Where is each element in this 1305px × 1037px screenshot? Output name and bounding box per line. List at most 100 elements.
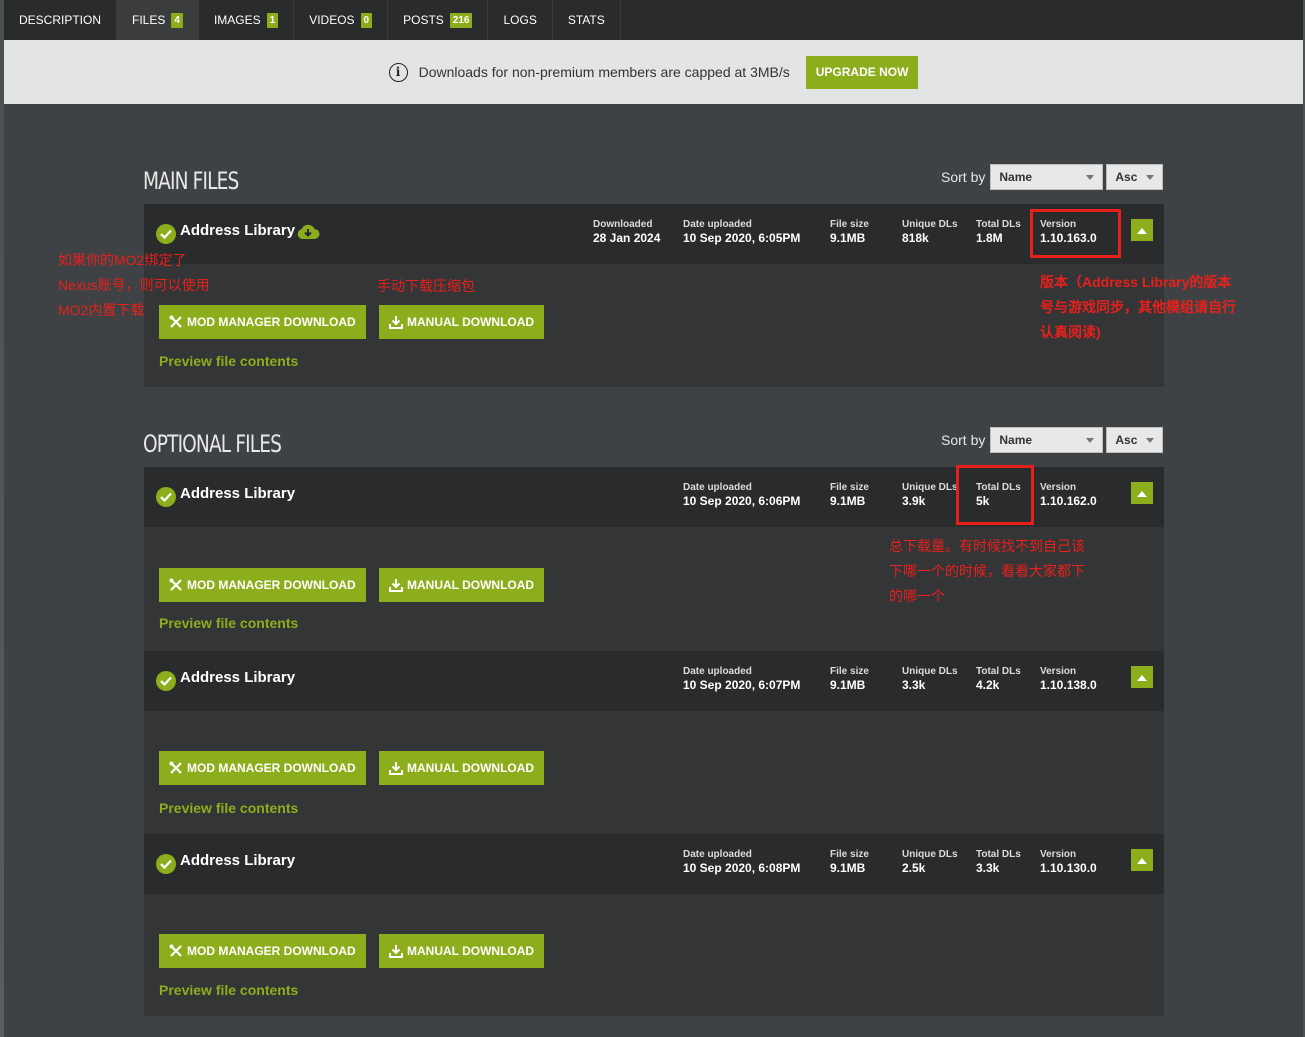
tab-count-badge: 0 [360, 12, 373, 28]
tab-images[interactable]: IMAGES 1 [199, 0, 295, 40]
preview-file-contents-link[interactable]: Preview file contents [159, 353, 298, 369]
total-dls-highlight-box [956, 465, 1034, 525]
chevron-down-icon [1146, 438, 1155, 443]
stat-value: 3.9k [902, 494, 926, 508]
stat-label: Version [1040, 482, 1077, 493]
stat-value: 28 Jan 2024 [593, 231, 661, 245]
annotation-total-dls: 总下载量。有时候找不到自己该 下哪一个的时候，看看大家都下 的哪一个 [889, 534, 1085, 609]
chevron-up-icon [1137, 674, 1147, 681]
stat-value: 9.1MB [830, 861, 866, 875]
tab-files[interactable]: FILES 4 [117, 0, 199, 40]
preview-file-contents-link[interactable]: Preview file contents [159, 800, 298, 816]
stat-total-dls: Total DLs 1.8M [976, 219, 1021, 245]
file-body: MOD MANAGER DOWNLOAD MANUAL DOWNLOAD Pre… [144, 711, 1164, 834]
file-body: MOD MANAGER DOWNLOAD MANUAL DOWNLOAD Pre… [144, 264, 1164, 387]
button-label: MOD MANAGER DOWNLOAD [187, 578, 356, 592]
manual-download-button[interactable]: MANUAL DOWNLOAD [379, 751, 545, 785]
tab-label: STATS [567, 13, 605, 27]
stat-version: Version 1.10.130.0 [1040, 849, 1097, 875]
check-icon [156, 224, 176, 244]
preview-file-contents-link[interactable]: Preview file contents [159, 615, 298, 631]
file-header[interactable]: Address Library Date uploaded 10 Sep 2020… [144, 651, 1164, 711]
download-icon [389, 762, 403, 775]
manual-download-button[interactable]: MANUAL DOWNLOAD [379, 568, 545, 602]
download-notice: i Downloads for non-premium members are … [4, 40, 1303, 104]
stat-label: File size [830, 482, 869, 493]
stat-value: 9.1MB [830, 231, 866, 245]
stat-label: Unique DLs [902, 219, 958, 230]
mod-manager-download-button[interactable]: MOD MANAGER DOWNLOAD [159, 568, 366, 602]
tools-icon [169, 944, 182, 957]
tab-stats[interactable]: STATS [553, 0, 621, 40]
chevron-up-icon [1137, 227, 1147, 234]
manual-download-button[interactable]: MANUAL DOWNLOAD [379, 934, 545, 968]
file-name: Address Library [180, 669, 296, 686]
collapse-toggle-button[interactable] [1131, 219, 1153, 241]
optional-sort-field-select[interactable]: Name [990, 427, 1104, 453]
stat-label: Version [1040, 849, 1077, 860]
chevron-down-icon [1086, 438, 1095, 443]
file-body: MOD MANAGER DOWNLOAD MANUAL DOWNLOAD Pre… [144, 894, 1164, 1016]
button-label: MOD MANAGER DOWNLOAD [187, 315, 356, 329]
collapse-toggle-button[interactable] [1131, 849, 1153, 871]
stat-date-uploaded: Date uploaded 10 Sep 2020, 6:07PM [683, 666, 800, 692]
tab-count-badge: 1 [266, 12, 279, 28]
sort-label: Sort by [941, 169, 986, 185]
annotation-line: Nexus账号，则可以使用 [58, 277, 210, 293]
stat-value: 3.3k [902, 678, 926, 692]
stat-file-size: File size 9.1MB [830, 666, 869, 692]
collapse-toggle-button[interactable] [1131, 666, 1153, 688]
manual-download-button[interactable]: MANUAL DOWNLOAD [379, 305, 545, 339]
button-label: MANUAL DOWNLOAD [407, 315, 535, 329]
mod-manager-download-button[interactable]: MOD MANAGER DOWNLOAD [159, 751, 366, 785]
tab-logs[interactable]: LOGS [488, 0, 553, 40]
mod-manager-download-button[interactable]: MOD MANAGER DOWNLOAD [159, 934, 366, 968]
button-label: MANUAL DOWNLOAD [407, 761, 535, 775]
version-highlight-box [1030, 209, 1121, 258]
button-label: MOD MANAGER DOWNLOAD [187, 761, 356, 775]
tab-label: DESCRIPTION [19, 13, 102, 27]
main-sort-order-select[interactable]: Asc [1106, 164, 1164, 190]
tab-bar: DESCRIPTION FILES 4 IMAGES 1 VIDEOS 0 POSTS… [4, 0, 1303, 40]
button-label: MOD MANAGER DOWNLOAD [187, 944, 356, 958]
upgrade-now-button[interactable]: UPGRADE NOW [805, 55, 919, 89]
stat-value: 9.1MB [830, 494, 866, 508]
optional-file-card: Address Library Date uploaded 10 Sep 2020… [144, 651, 1164, 834]
file-header[interactable]: Address Library Date uploaded 10 Sep 2020… [144, 834, 1164, 894]
preview-file-contents-link[interactable]: Preview file contents [159, 982, 298, 998]
stat-label: Date uploaded [683, 219, 752, 230]
stat-label: Unique DLs [902, 666, 958, 677]
tab-videos[interactable]: VIDEOS 0 [294, 0, 389, 40]
cloud-download-icon [296, 224, 320, 245]
tab-label: FILES [132, 13, 166, 27]
file-name: Address Library [180, 852, 296, 869]
tab-posts[interactable]: POSTS 216 [388, 0, 489, 40]
optional-sort-order-select[interactable]: Asc [1106, 427, 1164, 453]
tab-label: IMAGES [213, 13, 261, 27]
stat-label: Downloaded [593, 219, 653, 230]
collapse-toggle-button[interactable] [1131, 482, 1153, 504]
main-sort-field-select[interactable]: Name [990, 164, 1104, 190]
left-edge [0, 0, 4, 1037]
chevron-down-icon [1086, 175, 1095, 180]
annotation-line: 版本（Address Library的版本 [1040, 274, 1232, 290]
file-name: Address Library [180, 485, 296, 502]
stat-value: 10 Sep 2020, 6:06PM [683, 494, 801, 508]
stat-value: 2.5k [902, 861, 926, 875]
tab-label: LOGS [503, 13, 537, 27]
annotation-line: 认真阅读) [1040, 324, 1101, 340]
stat-label: Date uploaded [683, 482, 752, 493]
stat-value: 10 Sep 2020, 6:07PM [683, 678, 801, 692]
annotation-line: MO2内置下载 [58, 302, 145, 318]
stat-date-uploaded: Date uploaded 10 Sep 2020, 6:08PM [683, 849, 800, 875]
download-icon [389, 945, 403, 958]
stat-label: File size [830, 666, 869, 677]
stat-file-size: File size 9.1MB [830, 482, 869, 508]
stat-unique-dls: Unique DLs 818k [902, 219, 958, 245]
check-icon [156, 671, 176, 691]
file-header[interactable]: Address Library Downloaded 28 Jan 2024 Da… [144, 204, 1164, 264]
stat-value: 3.3k [976, 861, 1000, 875]
download-icon [389, 316, 403, 329]
tab-count-badge: 216 [449, 12, 473, 28]
tab-description[interactable]: DESCRIPTION [4, 0, 118, 40]
